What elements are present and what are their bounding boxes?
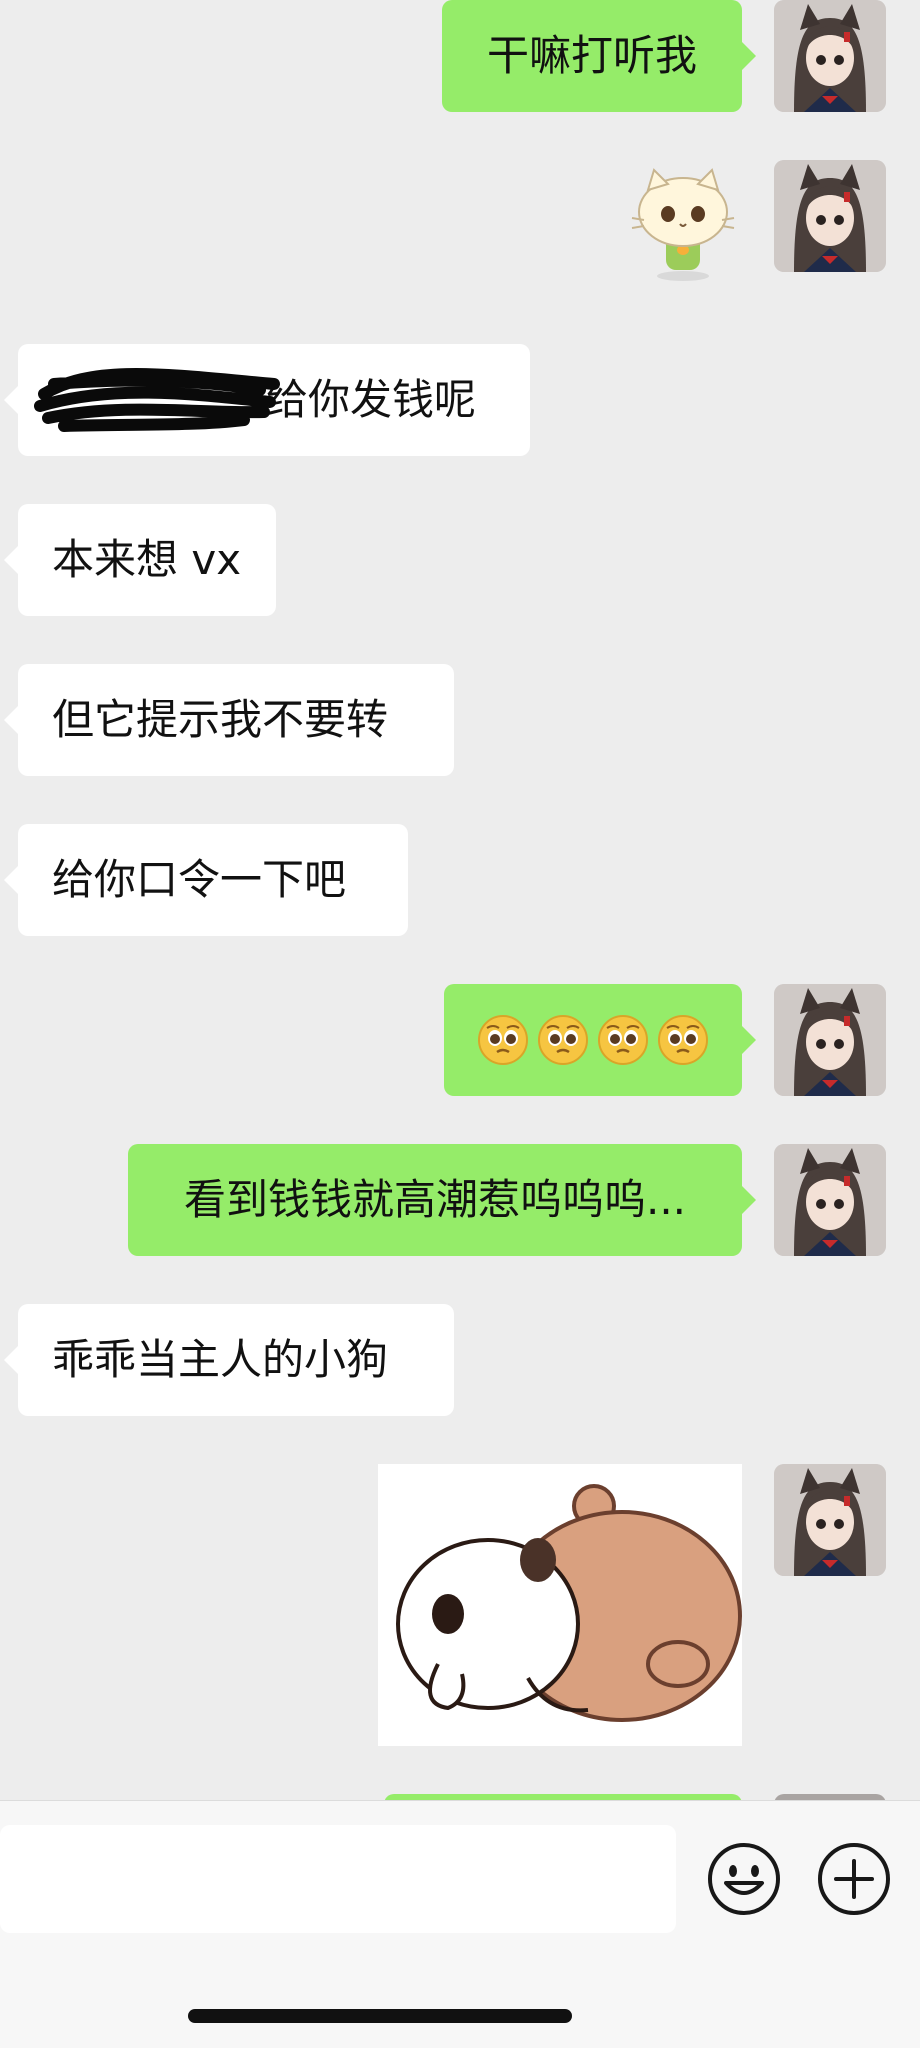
user-avatar[interactable] — [774, 160, 886, 272]
message-bubble-outgoing[interactable] — [444, 984, 756, 1096]
message-list[interactable]: 干嘛打听我 给你发钱呢 本来想 vx 但它提示我不要转 给你口令一下吧 看到钱钱… — [0, 0, 920, 1800]
message-bubble-incoming[interactable]: 但它提示我不要转 — [4, 664, 454, 776]
user-avatar[interactable] — [774, 1464, 886, 1576]
message-text: 乖乖当主人的小狗 — [52, 1335, 389, 1384]
smiley-icon[interactable] — [706, 1841, 782, 1917]
avatar-image — [774, 0, 886, 112]
user-avatar[interactable] — [774, 984, 886, 1096]
plus-circle-icon[interactable] — [816, 1841, 892, 1917]
avatar-image — [774, 984, 886, 1096]
message-bubble-incoming[interactable]: 给你口令一下吧 — [4, 824, 408, 936]
message-bubble-incoming[interactable]: 乖乖当主人的小狗 — [4, 1304, 454, 1416]
message-bubble-incoming[interactable]: 本来想 vx — [4, 504, 276, 616]
cat-sticker-image — [631, 168, 735, 281]
home-indicator[interactable] — [188, 2009, 572, 2023]
message-text: 给你口令一下吧 — [52, 855, 347, 904]
message-text: 本来想 vx — [52, 535, 242, 584]
redaction-scribble — [34, 368, 280, 432]
avatar-image — [774, 160, 886, 272]
user-avatar[interactable] — [774, 0, 886, 112]
pleading-face-icon — [598, 1015, 648, 1065]
emoji-row — [477, 1014, 709, 1066]
message-bubble-outgoing[interactable]: 看到钱钱就高潮惹呜呜呜... — [128, 1144, 756, 1256]
pleading-face-icon — [538, 1015, 588, 1065]
pleading-face-icon — [658, 1015, 708, 1065]
user-avatar[interactable] — [774, 1144, 886, 1256]
message-bubble-incoming[interactable]: 给你发钱呢 — [4, 344, 530, 456]
message-text: 看到钱钱就高潮惹呜呜呜... — [183, 1175, 687, 1224]
avatar-image — [774, 1464, 886, 1576]
pleading-face-icon — [478, 1015, 528, 1065]
message-bubble-outgoing[interactable]: 干嘛打听我 — [442, 0, 756, 112]
input-bar — [0, 1800, 920, 2048]
message-text: 但它提示我不要转 — [52, 695, 389, 744]
avatar-image — [774, 1144, 886, 1256]
bear-hug-sticker-image — [396, 1484, 742, 1722]
message-text: 干嘛打听我 — [486, 31, 697, 80]
cat-sticker[interactable] — [628, 164, 738, 282]
message-text: 给你发钱呢 — [266, 375, 477, 424]
message-input[interactable] — [0, 1825, 676, 1933]
bear-hug-sticker[interactable] — [378, 1464, 742, 1746]
chat-screen: 干嘛打听我 给你发钱呢 本来想 vx 但它提示我不要转 给你口令一下吧 看到钱钱… — [0, 0, 920, 2048]
